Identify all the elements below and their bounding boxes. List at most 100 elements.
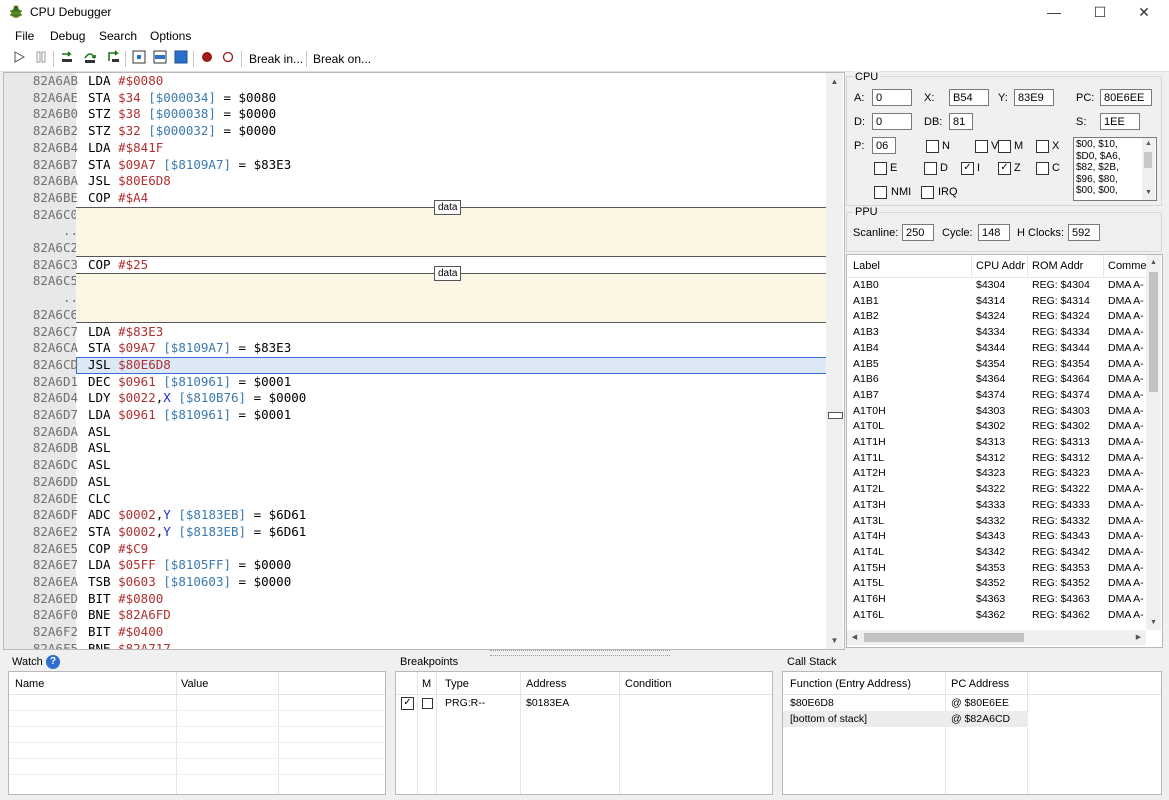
label-row[interactable]: A1T0H $4303 REG: $4303 DMA A- (847, 404, 1147, 420)
cycle-field[interactable]: 148 (978, 224, 1010, 241)
step-out-icon[interactable] (104, 50, 122, 68)
stack-scroll-down-icon[interactable]: ▼ (1142, 187, 1155, 199)
label-row[interactable]: A1T2L $4322 REG: $4322 DMA A- (847, 482, 1147, 498)
disasm-line[interactable]: 82A6AE STA $34 [$000034] = $0080 (4, 90, 827, 107)
label-row[interactable]: A1B2 $4324 REG: $4324 DMA A- (847, 309, 1147, 325)
disasm-line[interactable]: 82A6DC ASL (4, 457, 827, 474)
disasm-line[interactable]: 82A6EA TSB $0603 [$810603] = $0000 (4, 574, 827, 591)
data-block[interactable]: data (76, 266, 827, 324)
disasm-line[interactable]: 82A6D7 LDA $0961 [$810961] = $0001 (4, 407, 827, 424)
scroll-thumb[interactable] (828, 412, 843, 419)
flag-d-checkbox[interactable] (924, 162, 937, 175)
disasm-line[interactable]: 82A6DE CLC (4, 491, 827, 508)
label-row[interactable]: A1B3 $4334 REG: $4334 DMA A- (847, 325, 1147, 341)
reg-x-field[interactable]: B54 (949, 89, 989, 106)
disasm-line[interactable]: 82A6F2 BIT #$0400 (4, 624, 827, 641)
menu-file[interactable]: File (15, 29, 34, 43)
disasm-line[interactable]: 82A6B4 LDA #$841F (4, 140, 827, 157)
data-block[interactable]: data (76, 199, 827, 257)
label-list[interactable]: Label CPU Addr ROM Addr Commer A1B0 $4304… (846, 254, 1163, 648)
col-rom-addr[interactable]: ROM Addr (1032, 260, 1083, 272)
label-row[interactable]: A1T4H $4343 REG: $4343 DMA A- (847, 529, 1147, 545)
cs-col-pc[interactable]: PC Address (951, 678, 1009, 690)
continue-icon[interactable] (10, 50, 28, 68)
bp-mark-checkbox[interactable] (422, 698, 433, 709)
label-vscroll-thumb[interactable] (1149, 272, 1158, 392)
step-into-icon[interactable] (58, 50, 76, 68)
disasm-line[interactable]: 82A6DA ASL (4, 424, 827, 441)
disasm-line[interactable]: 82A6CA STA $09A7 [$8109A7] = $83E3 (4, 340, 827, 357)
disasm-line[interactable]: 82A6BA JSL $80E6D8 (4, 173, 827, 190)
pause-icon[interactable] (32, 50, 50, 68)
label-row[interactable]: A1T3H $4333 REG: $4333 DMA A- (847, 498, 1147, 514)
flag-v-checkbox[interactable] (975, 140, 988, 153)
menu-debug[interactable]: Debug (50, 29, 85, 43)
disasm-line[interactable]: 82A6F0 BNE $82A6FD (4, 607, 827, 624)
cs-col-function[interactable]: Function (Entry Address) (790, 678, 911, 690)
run-frame-icon[interactable] (172, 50, 190, 68)
watch-list[interactable]: Name Value (8, 671, 386, 795)
reg-d-field[interactable]: 0 (872, 113, 912, 130)
close-button[interactable]: ✕ (1121, 0, 1167, 26)
disasm-line[interactable]: 82A6BE COP #$A4 (4, 190, 827, 207)
label-scroll-up-icon[interactable]: ▲ (1146, 255, 1161, 270)
stack-listbox[interactable]: $00, $10, $D0, $A6, $82, $2B, $96, $80, $00,… (1073, 137, 1157, 201)
watch-col-value[interactable]: Value (181, 678, 208, 690)
callstack-list[interactable]: Function (Entry Address) PC Address $80E… (782, 671, 1162, 795)
reg-db-field[interactable]: 81 (949, 113, 973, 130)
label-row[interactable]: A1T6H $4363 REG: $4363 DMA A- (847, 592, 1147, 608)
break-on-button[interactable]: Break on... (313, 52, 371, 66)
disasm-line[interactable]: 82A6DB ASL (4, 440, 827, 457)
label-scroll-left-icon[interactable]: ◀ (847, 630, 862, 645)
flag-c-checkbox[interactable] (1036, 162, 1049, 175)
reg-p-field[interactable]: 06 (872, 137, 896, 154)
flag-x-checkbox[interactable] (1036, 140, 1049, 153)
menu-options[interactable]: Options (150, 29, 191, 43)
run-ppu-cycle-icon[interactable] (130, 50, 148, 68)
disasm-line[interactable]: 82A6AB LDA #$0080 (4, 73, 827, 90)
flag-z-checkbox[interactable]: ✓ (998, 162, 1011, 175)
callstack-row[interactable]: [bottom of stack] @ $82A6CD (783, 711, 1028, 727)
label-row[interactable]: A1B4 $4344 REG: $4344 DMA A- (847, 341, 1147, 357)
label-scroll-right-icon[interactable]: ▶ (1131, 630, 1146, 645)
maximize-button[interactable]: ☐ (1077, 0, 1123, 26)
help-icon[interactable]: ? (46, 655, 60, 669)
label-row[interactable]: A1B0 $4304 REG: $4304 DMA A- (847, 278, 1147, 294)
splitter-handle[interactable] (490, 650, 670, 656)
disasm-line[interactable]: 82A6E7 LDA $05FF [$8105FF] = $0000 (4, 557, 827, 574)
bp-col-address[interactable]: Address (526, 678, 566, 690)
flag-i-checkbox[interactable]: ✓ (961, 162, 974, 175)
step-over-icon[interactable] (81, 50, 99, 68)
flag-e-checkbox[interactable] (874, 162, 887, 175)
nmi-checkbox[interactable] (874, 186, 887, 199)
disasm-line[interactable]: 82A6CD JSL $80E6D8 (4, 357, 827, 374)
disasm-line[interactable]: 82A6C7 LDA #$83E3 (4, 324, 827, 341)
label-row[interactable]: A1T1L $4312 REG: $4312 DMA A- (847, 451, 1147, 467)
label-vscrollbar[interactable]: ▲ ▼ (1146, 255, 1161, 630)
disasm-line[interactable]: 82A6B2 STZ $32 [$000032] = $0000 (4, 123, 827, 140)
disasm-line[interactable]: 82A6D4 LDY $0022,X [$810B76] = $0000 (4, 390, 827, 407)
col-label[interactable]: Label (853, 260, 880, 272)
disasm-line[interactable]: 82A6DF ADC $0002,Y [$8183EB] = $6D61 (4, 507, 827, 524)
label-row[interactable]: A1T1H $4313 REG: $4313 DMA A- (847, 435, 1147, 451)
stack-scroll-up-icon[interactable]: ▲ (1142, 138, 1155, 150)
stack-scrollbar[interactable]: ▲ ▼ (1142, 138, 1155, 200)
bp-enabled-checkbox[interactable]: ✓ (401, 697, 414, 710)
label-scroll-down-icon[interactable]: ▼ (1146, 615, 1161, 630)
disasm-line[interactable]: 82A6F5 BNE $82A717 (4, 641, 827, 649)
label-row[interactable]: A1B6 $4364 REG: $4364 DMA A- (847, 372, 1147, 388)
scroll-down-icon[interactable]: ▼ (826, 632, 843, 649)
minimize-button[interactable]: — (1031, 0, 1077, 26)
disasm-line[interactable]: 82A6E5 COP #$C9 (4, 541, 827, 558)
disasm-line[interactable]: 82A6C3 COP #$25 (4, 257, 827, 274)
flag-m-checkbox[interactable] (998, 140, 1011, 153)
disasm-line[interactable]: 82A6E2 STA $0002,Y [$8183EB] = $6D61 (4, 524, 827, 541)
col-comment[interactable]: Commer (1108, 260, 1148, 272)
toggle-breakpoint-icon[interactable] (198, 50, 216, 68)
watch-col-name[interactable]: Name (15, 678, 44, 690)
label-row[interactable]: A1T5L $4352 REG: $4352 DMA A- (847, 576, 1147, 592)
label-row[interactable]: A1T0L $4302 REG: $4302 DMA A- (847, 419, 1147, 435)
disasm-line[interactable]: 82A6DD ASL (4, 474, 827, 491)
disassembly-view[interactable]: 82A6AB LDA #$0080 82A6AE STA $34 [$000034] … (3, 72, 845, 650)
menu-search[interactable]: Search (99, 29, 137, 43)
